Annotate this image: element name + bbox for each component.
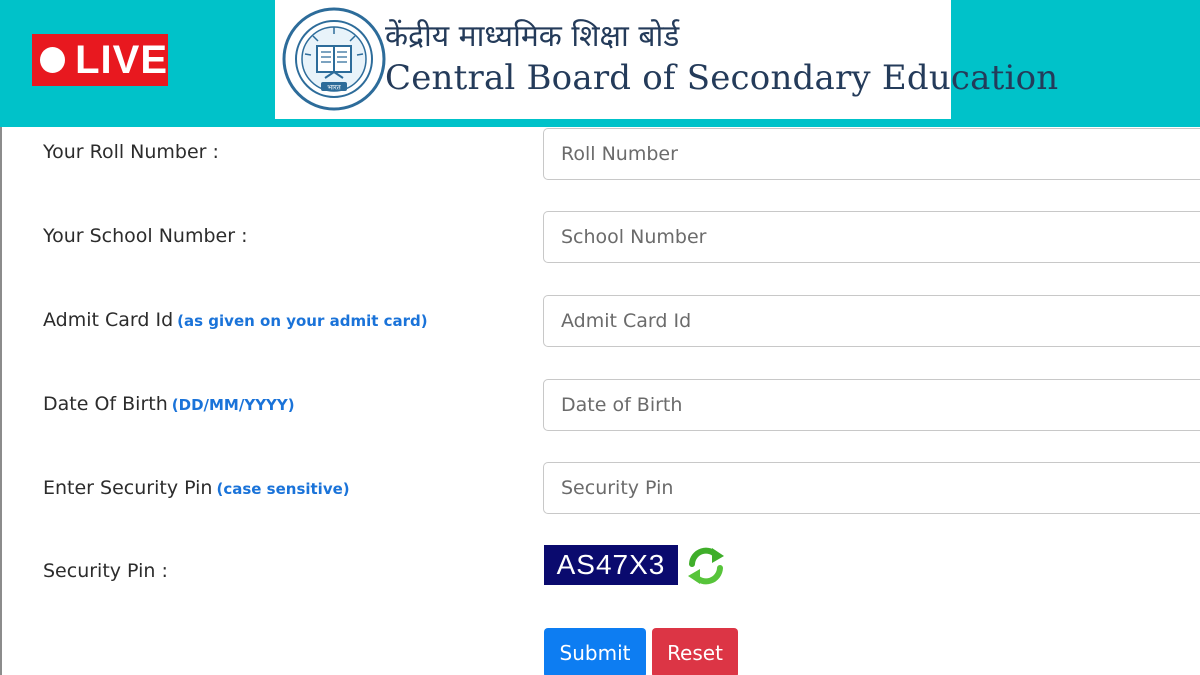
admit-card-input[interactable] <box>543 295 1200 347</box>
school-number-label: Your School Number : <box>43 225 248 247</box>
cbse-logo-icon: भारत <box>282 7 386 111</box>
board-name-english: Central Board of Secondary Education <box>385 58 1059 98</box>
admit-card-label-text: Admit Card Id <box>43 309 174 331</box>
captcha-image: AS47X3 <box>544 545 678 585</box>
reset-button[interactable]: Reset <box>652 628 738 675</box>
security-pin-entry-label-text: Enter Security Pin <box>43 477 213 499</box>
admit-card-label: Admit Card Id (as given on your admit car… <box>43 309 428 331</box>
refresh-arrows-icon[interactable] <box>684 544 728 588</box>
dob-label-text: Date Of Birth <box>43 393 168 415</box>
roll-number-input[interactable] <box>543 128 1200 180</box>
security-pin-input[interactable] <box>543 462 1200 514</box>
roll-number-label: Your Roll Number : <box>43 141 219 163</box>
submit-button[interactable]: Submit <box>544 628 646 675</box>
svg-text:भारत: भारत <box>327 84 342 92</box>
security-pin-entry-hint: (case sensitive) <box>216 480 350 498</box>
top-banner: LIVE भारत केंद्रीय माध्यमिक शिक्षा बोर्ड… <box>0 0 1200 127</box>
live-dot-icon <box>40 47 66 73</box>
school-number-input[interactable] <box>543 211 1200 263</box>
admit-card-hint: (as given on your admit card) <box>177 312 428 330</box>
cbse-header-card: भारत केंद्रीय माध्यमिक शिक्षा बोर्ड Cent… <box>275 0 1058 119</box>
dob-input[interactable] <box>543 379 1200 431</box>
live-badge: LIVE <box>32 34 168 86</box>
live-label: LIVE <box>75 38 168 82</box>
result-login-form: Your Roll Number : Your School Number : … <box>0 127 1200 675</box>
dob-hint: (DD/MM/YYYY) <box>171 396 295 414</box>
security-pin-display-label: Security Pin : <box>43 560 168 582</box>
security-pin-entry-label: Enter Security Pin (case sensitive) <box>43 477 350 499</box>
dob-label: Date Of Birth (DD/MM/YYYY) <box>43 393 295 415</box>
board-name-hindi: केंद्रीय माध्यमिक शिक्षा बोर्ड <box>385 19 680 54</box>
